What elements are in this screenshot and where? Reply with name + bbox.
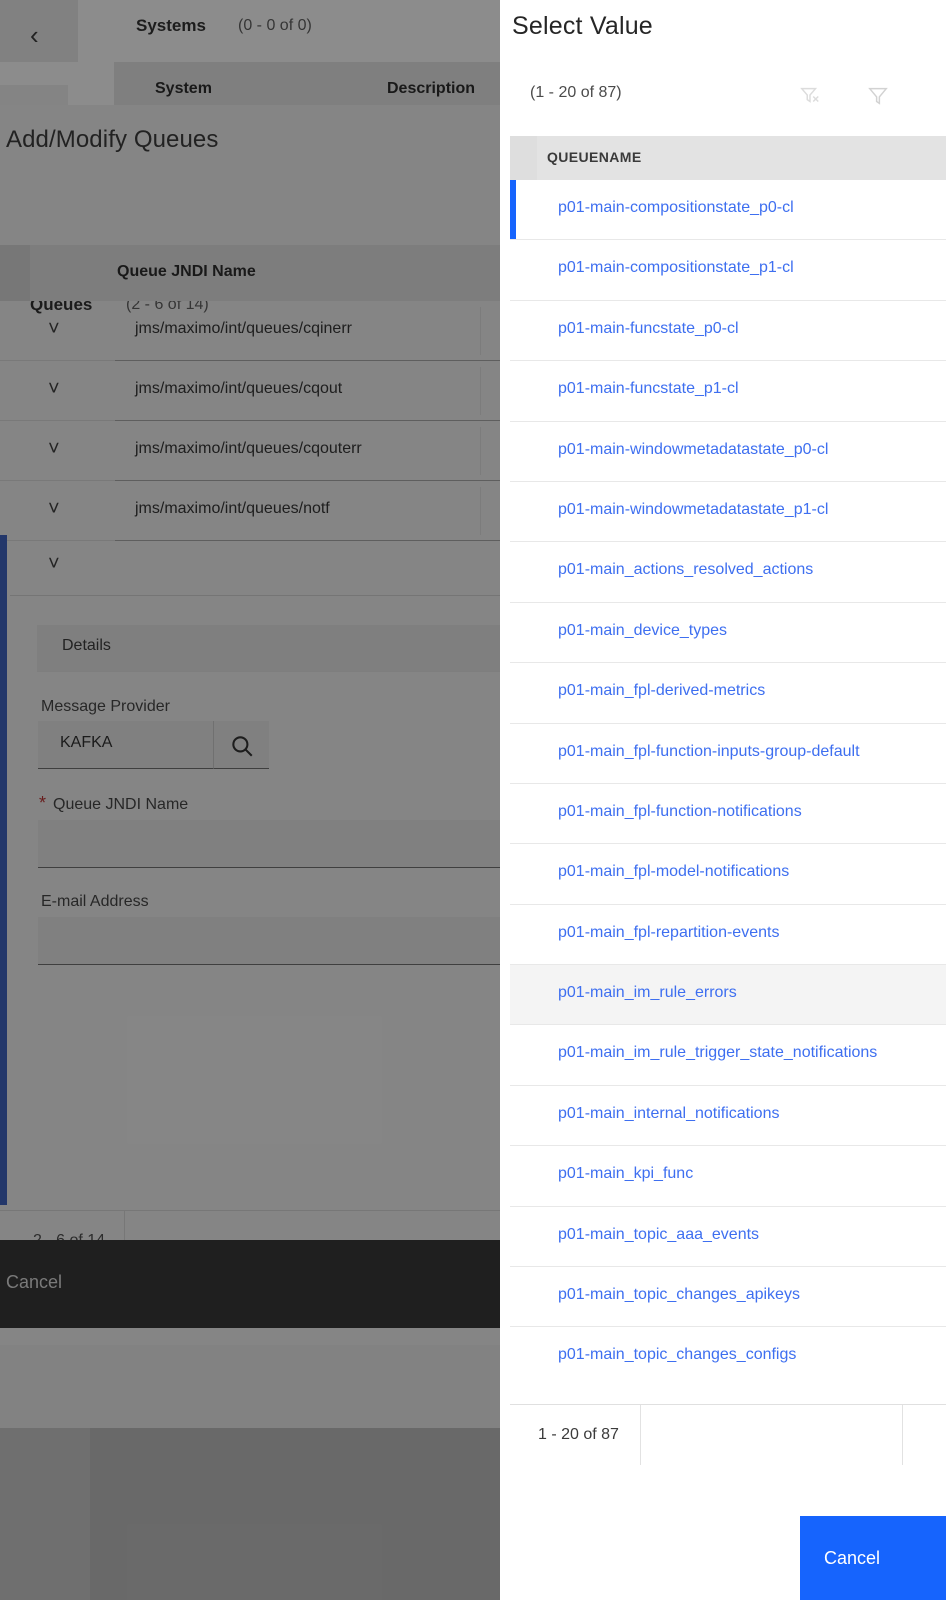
list-item[interactable]: p01-main-compositionstate_p0-cl	[510, 180, 946, 241]
filter-button[interactable]	[860, 78, 896, 114]
record-count: (1 - 20 of 87)	[530, 84, 622, 101]
list-pagination: 1 - 20 of 87	[510, 1404, 946, 1466]
list-item[interactable]: p01-main_internal_notifications	[510, 1085, 946, 1147]
list-item-label[interactable]: p01-main-compositionstate_p1-cl	[558, 259, 794, 277]
select-value-dialog: Select Value (1 - 20 of 87) QUEUENAME p0…	[500, 0, 946, 1600]
list-item-label[interactable]: p01-main_internal_notifications	[558, 1105, 779, 1123]
list-item-label[interactable]: p01-main_fpl-repartition-events	[558, 924, 779, 942]
list-item[interactable]: p01-main_actions_resolved_actions	[510, 542, 946, 603]
list-item-label[interactable]: p01-main_fpl-function-inputs-group-defau…	[558, 743, 860, 761]
list-item[interactable]: p01-main-windowmetadatastate_p1-cl	[510, 481, 946, 543]
pagination-divider-left	[640, 1405, 641, 1465]
list-item[interactable]: p01-main_topic_aaa_events	[510, 1206, 946, 1268]
cancel-button[interactable]: Cancel	[800, 1516, 946, 1600]
list-item-label[interactable]: p01-main_fpl-function-notifications	[558, 803, 802, 821]
list-table-header: QUEUENAME	[510, 136, 946, 180]
list-item-label[interactable]: p01-main-windowmetadatastate_p0-cl	[558, 441, 828, 459]
list-item[interactable]: p01-main-funcstate_p1-cl	[510, 361, 946, 422]
list-item[interactable]: p01-main-funcstate_p0-cl	[510, 300, 946, 362]
list-item[interactable]: p01-main_kpi_func	[510, 1146, 946, 1207]
list-item[interactable]: p01-main_fpl-function-notifications	[510, 783, 946, 845]
filter-clear-icon	[800, 87, 819, 103]
list-item-label[interactable]: p01-main_fpl-model-notifications	[558, 863, 789, 881]
list-item-label[interactable]: p01-main-windowmetadatastate_p1-cl	[558, 501, 828, 519]
list-item[interactable]: p01-main_im_rule_trigger_state_notificat…	[510, 1025, 946, 1086]
list-item[interactable]: p01-main_im_rule_errors	[510, 965, 946, 1026]
list-item-label[interactable]: p01-main_topic_changes_configs	[558, 1346, 796, 1364]
list-item[interactable]: p01-main_topic_changes_configs	[510, 1327, 946, 1388]
row-selection-indicator	[510, 180, 516, 241]
list-item-label[interactable]: p01-main_im_rule_errors	[558, 984, 737, 1002]
filter-icon	[868, 87, 888, 105]
column-header-queuename: QUEUENAME	[547, 149, 642, 165]
list-item-label[interactable]: p01-main_im_rule_trigger_state_notificat…	[558, 1044, 877, 1062]
list-item-label[interactable]: p01-main_fpl-derived-metrics	[558, 682, 765, 700]
list-item-label[interactable]: p01-main_kpi_func	[558, 1165, 693, 1183]
pagination-range: 1 - 20 of 87	[538, 1426, 619, 1443]
pagination-top-border	[510, 1404, 946, 1405]
list-item-label[interactable]: p01-main-compositionstate_p0-cl	[558, 199, 794, 217]
queuename-list: p01-main-compositionstate_p0-cl p01-main…	[510, 180, 946, 1388]
list-item[interactable]: p01-main_fpl-derived-metrics	[510, 663, 946, 724]
list-item-label[interactable]: p01-main_topic_changes_apikeys	[558, 1286, 800, 1304]
list-item[interactable]: p01-main_topic_changes_apikeys	[510, 1267, 946, 1328]
list-item[interactable]: p01-main_fpl-model-notifications	[510, 844, 946, 905]
list-item-label[interactable]: p01-main-funcstate_p0-cl	[558, 320, 739, 338]
list-item-label[interactable]: p01-main_device_types	[558, 622, 727, 640]
list-item[interactable]: p01-main_device_types	[510, 602, 946, 664]
list-item-label[interactable]: p01-main-funcstate_p1-cl	[558, 380, 739, 398]
list-item-label[interactable]: p01-main_actions_resolved_actions	[558, 561, 813, 579]
list-item[interactable]: p01-main-windowmetadatastate_p0-cl	[510, 421, 946, 482]
screen-root: ‹ Systems (0 - 0 of 0) System Descriptio…	[0, 0, 946, 1600]
pagination-divider-right	[902, 1405, 903, 1465]
list-item-label[interactable]: p01-main_topic_aaa_events	[558, 1226, 759, 1244]
list-item[interactable]: p01-main-compositionstate_p1-cl	[510, 240, 946, 301]
list-item[interactable]: p01-main_fpl-repartition-events	[510, 904, 946, 966]
dialog-title: Select Value	[512, 12, 653, 40]
list-item[interactable]: p01-main_fpl-function-inputs-group-defau…	[510, 723, 946, 784]
header-gutter	[510, 136, 537, 180]
clear-filter-button[interactable]	[792, 78, 828, 114]
